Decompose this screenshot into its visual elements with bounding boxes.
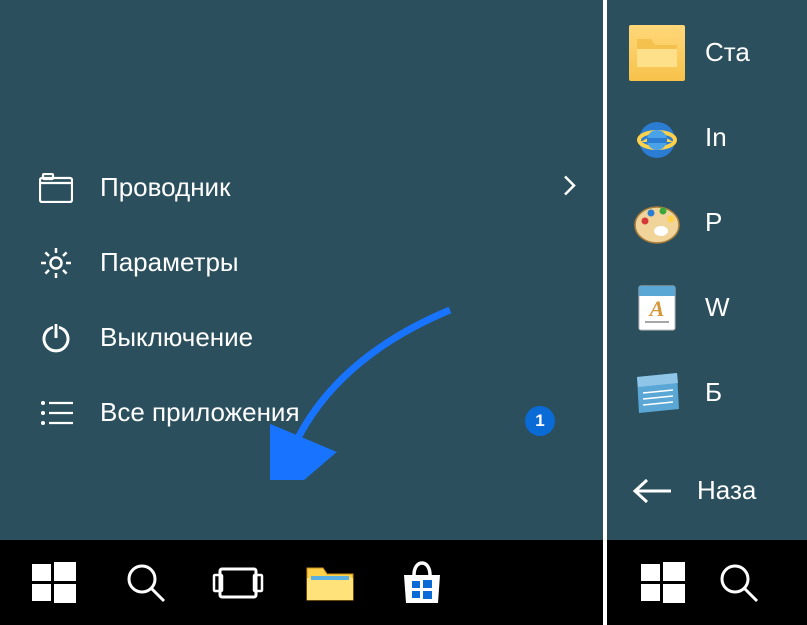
ie-icon: [629, 110, 685, 166]
task-view-button[interactable]: [192, 540, 284, 625]
tile-ie[interactable]: In: [629, 95, 807, 180]
tile-label-3: W: [705, 292, 730, 323]
tile-notepad[interactable]: Б: [629, 350, 807, 435]
taskbar-right: [607, 540, 807, 625]
paint-icon: [629, 195, 685, 251]
all-apps-icon: [38, 395, 74, 431]
settings-menu-item[interactable]: Параметры: [0, 225, 603, 300]
search-button[interactable]: [100, 540, 192, 625]
search-button-right[interactable]: [709, 540, 769, 625]
tile-label-0: Ста: [705, 37, 750, 68]
tile-wordpad[interactable]: A W: [629, 265, 807, 350]
windows-logo-icon: [639, 559, 687, 607]
start-button[interactable]: [8, 540, 100, 625]
back-arrow-icon: [629, 468, 675, 514]
folder-tile-icon: [629, 25, 685, 81]
start-menu-left: Проводник: [0, 0, 603, 625]
start-button-right[interactable]: [617, 540, 709, 625]
tile-folder[interactable]: Ста: [629, 10, 807, 95]
file-explorer-taskbar[interactable]: [284, 540, 376, 625]
all-apps-menu-item[interactable]: Все приложения 1: [0, 375, 603, 450]
folder-icon: [305, 562, 355, 604]
notepad-icon: [629, 365, 685, 421]
power-menu-item[interactable]: Выключение: [0, 300, 603, 375]
explorer-menu-item[interactable]: Проводник: [0, 150, 603, 225]
badge-count: 1: [525, 406, 555, 436]
explorer-label: Проводник: [100, 172, 230, 203]
tile-label-1: In: [705, 122, 727, 153]
svg-text:A: A: [648, 296, 665, 321]
settings-label: Параметры: [100, 247, 239, 278]
back-button[interactable]: Наза: [607, 453, 807, 528]
wordpad-icon: A: [629, 280, 685, 336]
task-view-icon: [212, 561, 264, 605]
store-taskbar[interactable]: [376, 540, 468, 625]
power-icon: [38, 320, 74, 356]
back-label: Наза: [697, 475, 756, 506]
apps-list: Ста In: [607, 0, 807, 453]
gear-icon: [38, 245, 74, 281]
tile-paint[interactable]: P: [629, 180, 807, 265]
chevron-right-icon: [563, 174, 577, 201]
start-menu-right: Ста In: [607, 0, 807, 625]
search-icon: [717, 561, 761, 605]
taskbar-left: [0, 540, 603, 625]
windows-logo-icon: [30, 559, 78, 607]
tile-label-4: Б: [705, 377, 722, 408]
search-icon: [124, 561, 168, 605]
store-icon: [398, 559, 446, 607]
tile-label-2: P: [705, 207, 722, 238]
power-label: Выключение: [100, 322, 253, 353]
menu-list: Проводник: [0, 0, 603, 540]
all-apps-label: Все приложения: [100, 397, 300, 428]
file-explorer-icon: [38, 170, 74, 206]
